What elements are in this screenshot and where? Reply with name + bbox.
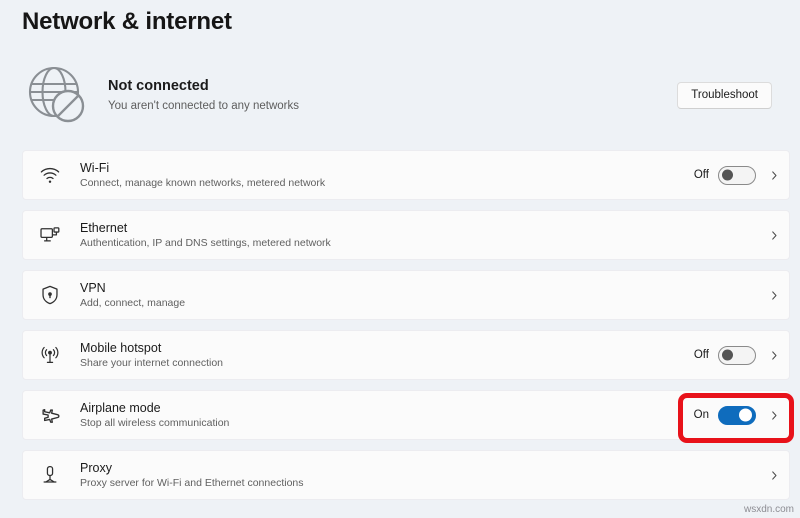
setting-card-airplane-mode[interactable]: Airplane mode Stop all wireless communica… bbox=[22, 390, 790, 440]
vpn-subtitle: Add, connect, manage bbox=[80, 296, 186, 309]
troubleshoot-button[interactable]: Troubleshoot bbox=[677, 81, 772, 109]
setting-card-wifi[interactable]: Wi-Fi Connect, manage known networks, met… bbox=[22, 150, 790, 200]
proxy-server-icon bbox=[37, 462, 63, 488]
setting-card-vpn[interactable]: VPN Add, connect, manage bbox=[22, 270, 790, 320]
mobile-hotspot-toggle-knob bbox=[722, 349, 733, 361]
proxy-title: Proxy bbox=[80, 460, 112, 475]
airplane-icon bbox=[37, 402, 63, 428]
mobile-hotspot-controls: Off bbox=[693, 345, 789, 365]
chevron-right-icon[interactable] bbox=[769, 408, 779, 422]
mobile-hotspot-title: Mobile hotspot bbox=[80, 340, 162, 355]
chevron-right-icon[interactable] bbox=[769, 468, 779, 482]
airplane-mode-title: Airplane mode bbox=[80, 400, 161, 415]
mobile-hotspot-toggle[interactable] bbox=[718, 345, 756, 365]
chevron-right-icon[interactable] bbox=[769, 168, 779, 182]
airplane-mode-subtitle: Stop all wireless communication bbox=[80, 416, 230, 429]
airplane-mode-controls: On bbox=[693, 405, 789, 425]
mobile-hotspot-subtitle: Share your internet connection bbox=[80, 356, 224, 369]
settings-card-list: Wi-Fi Connect, manage known networks, met… bbox=[22, 150, 790, 510]
watermark: wsxdn.com bbox=[743, 504, 794, 515]
mobile-hotspot-toggle-state: Off bbox=[693, 349, 709, 361]
status-subtitle: You aren't connected to any networks bbox=[108, 99, 300, 112]
chevron-right-icon[interactable] bbox=[769, 288, 779, 302]
ethernet-title: Ethernet bbox=[80, 220, 128, 235]
status-title: Not connected bbox=[108, 77, 209, 94]
wifi-icon bbox=[37, 162, 63, 188]
airplane-mode-toggle-knob bbox=[739, 408, 752, 422]
vpn-title: VPN bbox=[80, 280, 106, 295]
mobile-hotspot-labels: Mobile hotspot Share your internet connec… bbox=[80, 340, 694, 371]
chevron-right-icon[interactable] bbox=[769, 348, 779, 362]
proxy-subtitle: Proxy server for Wi-Fi and Ethernet conn… bbox=[80, 476, 304, 489]
airplane-mode-labels: Airplane mode Stop all wireless communica… bbox=[80, 400, 694, 431]
status-text-group: Not connected You aren't connected to an… bbox=[108, 76, 677, 115]
setting-card-proxy[interactable]: Proxy Proxy server for Wi-Fi and Ethernet… bbox=[22, 450, 790, 500]
ethernet-subtitle: Authentication, IP and DNS settings, met… bbox=[80, 236, 331, 249]
chevron-right-icon[interactable] bbox=[769, 228, 779, 242]
airplane-mode-toggle-state: On bbox=[693, 409, 709, 421]
wifi-labels: Wi-Fi Connect, manage known networks, met… bbox=[80, 160, 694, 191]
wifi-subtitle: Connect, manage known networks, metered … bbox=[80, 176, 326, 189]
ethernet-labels: Ethernet Authentication, IP and DNS setti… bbox=[80, 220, 756, 251]
globe-blocked-icon bbox=[24, 62, 90, 128]
setting-card-mobile-hotspot[interactable]: Mobile hotspot Share your internet connec… bbox=[22, 330, 790, 380]
hotspot-broadcast-icon bbox=[37, 342, 63, 368]
setting-card-ethernet[interactable]: Ethernet Authentication, IP and DNS setti… bbox=[22, 210, 790, 260]
vpn-controls bbox=[756, 288, 789, 302]
ethernet-controls bbox=[756, 228, 789, 242]
wifi-title: Wi-Fi bbox=[80, 160, 110, 175]
page-title: Network & internet bbox=[22, 8, 232, 35]
connection-status-banner: Not connected You aren't connected to an… bbox=[22, 55, 790, 135]
proxy-controls bbox=[756, 468, 789, 482]
wifi-controls: Off bbox=[693, 165, 789, 185]
ethernet-icon bbox=[37, 222, 63, 248]
proxy-labels: Proxy Proxy server for Wi-Fi and Ethernet… bbox=[80, 460, 756, 491]
wifi-toggle[interactable] bbox=[718, 165, 756, 185]
wifi-toggle-knob bbox=[722, 169, 733, 181]
wifi-toggle-state: Off bbox=[693, 169, 709, 181]
vpn-labels: VPN Add, connect, manage bbox=[80, 280, 756, 311]
shield-vpn-icon bbox=[37, 282, 63, 308]
airplane-mode-toggle[interactable] bbox=[718, 405, 756, 425]
